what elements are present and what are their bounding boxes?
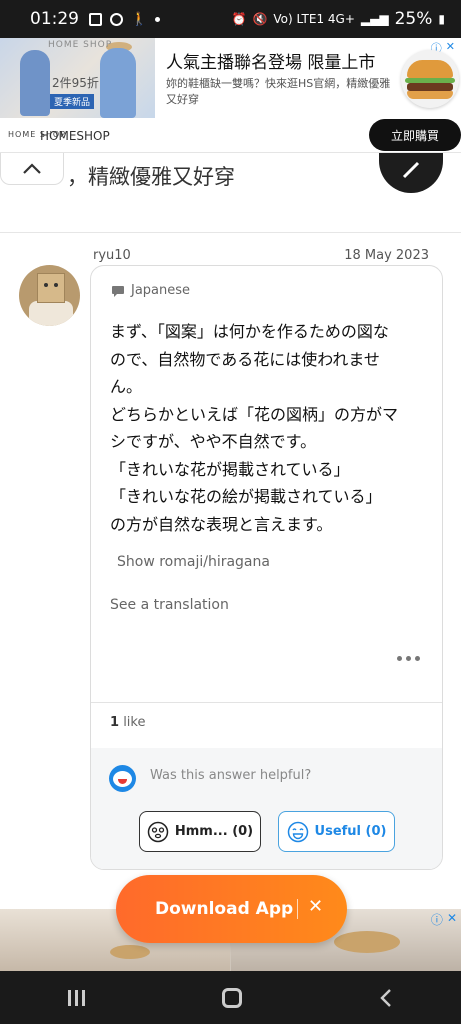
more-dot: [406, 656, 411, 661]
fab-edit-button[interactable]: [379, 153, 443, 193]
ad-hat-shape: [334, 931, 400, 953]
system-icons: ⏰ 🔇 Vo) LTE1 4G+ ▂▄▆ 25% ▮: [232, 9, 446, 29]
hmm-button[interactable]: Hmm... (0): [139, 811, 261, 852]
divider: [91, 702, 442, 703]
collapse-button[interactable]: [0, 153, 64, 185]
more-options-icon[interactable]: [397, 656, 420, 661]
download-app-label[interactable]: Download App: [155, 899, 293, 919]
like-label: like: [123, 715, 146, 730]
ad-model-figure: [20, 50, 50, 116]
hmm-label: Hmm... (0): [174, 824, 254, 839]
answer-line: どちらかといえば「花の図柄」の方がマ: [110, 404, 399, 424]
network-label: Vo) LTE1 4G+: [273, 12, 355, 26]
battery-level: 25%: [394, 9, 433, 29]
like-count[interactable]: 1 like: [110, 715, 145, 730]
avatar-eye: [54, 283, 58, 287]
answer-date: 18 May 2023: [344, 248, 429, 263]
smile-face-icon: [287, 821, 308, 842]
mute-icon: 🔇: [252, 12, 268, 26]
avatar-eye: [44, 283, 48, 287]
answer-line: 「きれいな花の絵が掲載されている」: [110, 487, 382, 506]
ad-burger-image: [401, 50, 459, 108]
answer-line: 「きれいな花が掲載されている」: [110, 459, 350, 479]
useful-label: Useful (0): [314, 824, 387, 839]
home-icon[interactable]: [221, 987, 242, 1008]
ad-model-figure: [100, 48, 136, 118]
gallery-icon: [89, 12, 102, 26]
back-icon[interactable]: [379, 988, 393, 1008]
ad-title[interactable]: 人氣主播聯名登場 限量上市: [166, 48, 375, 73]
language-label: Japanese: [131, 283, 191, 298]
answer-card: Japanese まず、「図案」は何かを作るための図な ので、自然物である花には…: [90, 265, 443, 870]
answer-line: シですが、やや不自然です。: [110, 432, 317, 451]
mascot-icon: [109, 765, 136, 792]
answer-meta: ryu10 18 May 2023: [93, 248, 429, 263]
pencil-icon: [402, 161, 420, 179]
alarm-icon: ⏰: [231, 12, 247, 26]
status-bar: 01:29 🚶 ⏰ 🔇 Vo) LTE1 4G+ ▂▄▆ 25% ▮: [0, 0, 461, 38]
download-app-banner[interactable]: Download App ✕: [116, 875, 347, 943]
ad-info-icon[interactable]: ⓘ: [431, 911, 443, 928]
divider: [297, 899, 298, 919]
chevron-up-icon: [23, 162, 41, 174]
ad-description[interactable]: 妳的鞋櫃缺一雙嗎？快來逛HS官網，精緻優雅又好穿: [166, 76, 394, 108]
like-number: 1: [110, 715, 120, 730]
speech-bubble-icon: [112, 285, 124, 297]
see-translation-link[interactable]: See a translation: [110, 597, 229, 613]
notification-icons: 🚶: [89, 11, 161, 27]
useful-button[interactable]: Useful (0): [278, 811, 395, 852]
previous-answer-section: ，精緻優雅又好穿: [0, 153, 461, 233]
close-icon[interactable]: ✕: [308, 896, 323, 917]
ad-thumbnail-image[interactable]: HOME SHOP 2件95折 夏季新品: [0, 38, 155, 118]
burger-bun-bottom: [407, 91, 453, 99]
signal-icon: ▂▄▆: [360, 12, 389, 26]
ad-thumb-price: 2件95折: [52, 76, 99, 90]
ad-close-icon[interactable]: ✕: [446, 40, 455, 56]
answer-line: まず、「図案」は何かを作るための図な: [110, 322, 389, 341]
answer-language: Japanese: [111, 283, 190, 298]
status-time: 01:29: [30, 9, 79, 29]
burger-patty: [407, 83, 453, 91]
ad-thumb-brand: HOME SHOP: [48, 40, 113, 50]
system-navigation-bar: [0, 971, 461, 1024]
walk-icon: 🚶: [131, 11, 148, 27]
show-romaji-link[interactable]: Show romaji/hiragana: [117, 554, 270, 570]
recent-bar: [68, 989, 72, 1006]
previous-answer-snippet: ，精緻優雅又好穿: [67, 165, 235, 189]
recent-apps-icon[interactable]: [68, 989, 86, 1006]
helpful-question: Was this answer helpful?: [150, 768, 312, 783]
answer-line: ので、自然物である花には使われませ: [110, 349, 380, 369]
ad-cta-button[interactable]: 立即購買: [369, 119, 461, 151]
answer-line: ん。: [110, 377, 143, 396]
ad-choices[interactable]: ⓘ ✕: [431, 911, 457, 928]
recent-bar: [82, 989, 86, 1006]
answer-text: まず、「図案」は何かを作るための図な ので、自然物である花には使われませ ん。 …: [110, 318, 430, 538]
helpful-feedback-section: Was this answer helpful? Hmm... (0) Usef…: [91, 748, 442, 869]
ad-close-icon[interactable]: ✕: [447, 911, 457, 928]
answer-line: の方が自然な表現と言えます。: [110, 514, 333, 534]
more-dot: [415, 656, 420, 661]
battery-icon: ▮: [438, 12, 445, 26]
avatar-box-head: [37, 273, 65, 303]
ad-hat-shape: [110, 945, 150, 959]
avatar-body: [29, 301, 73, 326]
more-dot: [397, 656, 402, 661]
line-icon: [110, 12, 123, 26]
user-avatar[interactable]: [19, 265, 80, 326]
more-notifications-icon: [155, 16, 161, 22]
top-advertisement[interactable]: HOME SHOP 2件95折 夏季新品 人氣主播聯名登場 限量上市 妳的鞋櫃缺…: [0, 38, 461, 153]
neutral-face-icon: [147, 821, 169, 842]
ad-thumb-tag: 夏季新品: [50, 94, 95, 109]
ad-brand-name: HOMESHOP: [40, 129, 110, 143]
recent-bar: [75, 989, 79, 1006]
answer-username[interactable]: ryu10: [93, 248, 131, 263]
burger-bun-top: [407, 60, 453, 78]
